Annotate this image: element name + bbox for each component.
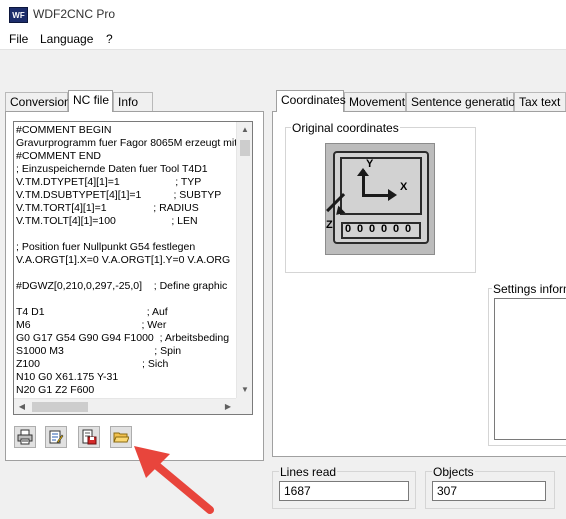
- x-axis-line: [362, 194, 390, 197]
- nc-line: V.TM.TOLT[4][1]=100 ; LEN: [16, 215, 198, 227]
- display-digit: 0: [405, 223, 412, 235]
- nc-line: N20 G1 Z2 F600: [16, 384, 95, 396]
- nc-line: T4 D1 ; Auf: [16, 306, 168, 318]
- objects-field[interactable]: 307: [432, 481, 546, 501]
- red-annotation-arrow: [134, 446, 214, 514]
- window-title: WDF2CNC Pro: [33, 7, 116, 21]
- save-file-button[interactable]: [78, 426, 100, 448]
- nc-line: #COMMENT END: [16, 150, 101, 162]
- horizontal-scroll-thumb[interactable]: [32, 402, 88, 412]
- print-button[interactable]: [14, 426, 36, 448]
- nc-code-lines: #COMMENT BEGIN Gravurprogramm fuer Fagor…: [16, 124, 236, 398]
- nc-line: [16, 293, 236, 306]
- nc-line: S1000 M3 ; Spin: [16, 345, 182, 357]
- nc-line: ; Einzuspeichernde Daten fuer Tool T4D1: [16, 163, 208, 175]
- nc-line: [16, 267, 236, 280]
- nc-line: V.TM.DSUBTYPET[4][1]=1 ; SUBTYP: [16, 189, 222, 201]
- app-icon: WF: [9, 7, 28, 23]
- horizontal-scrollbar[interactable]: ◀ ▶: [14, 398, 236, 414]
- menu-divider: [0, 49, 566, 50]
- nc-line: G0 G17 G54 G90 G94 F1000 ; Arbeitsbeding: [16, 332, 230, 344]
- lines-read-label: Lines read: [279, 465, 338, 479]
- tab-conversion[interactable]: Conversion: [5, 92, 71, 112]
- settings-information-box[interactable]: [494, 298, 566, 440]
- menu-file[interactable]: File: [9, 32, 28, 46]
- nc-line: N10 G0 X61.175 Y-31: [16, 371, 119, 383]
- display-digit: 0: [345, 223, 354, 235]
- tab-movement[interactable]: Movement: [344, 92, 406, 112]
- tab-coordinates[interactable]: Coordinates: [276, 90, 346, 112]
- tab-tax-text[interactable]: Tax text: [514, 92, 566, 112]
- title-bar: WF WDF2CNC Pro: [0, 0, 566, 29]
- objects-label: Objects: [432, 465, 475, 479]
- vertical-scroll-thumb[interactable]: [240, 140, 250, 156]
- scroll-down-icon[interactable]: ▼: [237, 382, 252, 398]
- nc-line: M6 ; Wer: [16, 319, 167, 331]
- lines-read-field[interactable]: 1687: [279, 481, 409, 501]
- nc-line: ; Position fuer Nullpunkt G54 festlegen: [16, 241, 196, 253]
- x-axis-label: X: [400, 181, 408, 193]
- settings-information-label: Settings informa: [492, 282, 566, 296]
- nc-line: Gravurprogramm fuer Fagor 8065M erzeugt …: [16, 137, 236, 149]
- nc-line: V.TM.TORT[4][1]=1 ; RADIUS: [16, 202, 199, 214]
- menu-help[interactable]: ?: [106, 32, 113, 46]
- z-axis-label: Z: [326, 219, 333, 231]
- printer-icon: [17, 429, 33, 445]
- open-folder-button[interactable]: [110, 426, 132, 448]
- original-coordinates-label: Original coordinates: [291, 121, 400, 135]
- scroll-right-icon[interactable]: ▶: [220, 399, 236, 414]
- tab-sentence-generation[interactable]: Sentence generation: [406, 92, 522, 112]
- scroll-left-icon[interactable]: ◀: [14, 399, 30, 414]
- nc-line: V.TM.DTYPET[4][1]=1 ; TYP: [16, 176, 202, 188]
- display-digit: 0: [393, 223, 400, 235]
- folder-open-icon: [113, 432, 129, 443]
- nc-line: V.A.ORGT[1].X=0 V.A.ORGT[1].Y=0 V.A.ORG: [16, 254, 231, 266]
- nc-line: Z100 ; Sich: [16, 358, 169, 370]
- nc-line: #DGWZ[0,210,0,297,-25,0] ; Define graphi…: [16, 280, 228, 292]
- scroll-corner: [236, 398, 252, 414]
- scroll-up-icon[interactable]: ▲: [237, 122, 252, 138]
- tab-nc-file[interactable]: NC file: [68, 90, 113, 112]
- edit-document-icon: [49, 430, 64, 444]
- display-digit: 0: [369, 223, 376, 235]
- nc-line: #COMMENT BEGIN: [16, 124, 112, 136]
- menu-language[interactable]: Language: [40, 32, 93, 46]
- menu-bar: File Language ?: [0, 29, 566, 49]
- save-file-icon: [82, 429, 97, 445]
- edit-file-button[interactable]: [45, 426, 67, 448]
- nc-code-editor[interactable]: #COMMENT BEGIN Gravurprogramm fuer Fagor…: [13, 121, 253, 415]
- y-axis-label: Y: [366, 158, 374, 170]
- display-digit: 0: [381, 223, 388, 235]
- x-axis-arrow-icon: [388, 189, 397, 201]
- vertical-scrollbar[interactable]: ▲ ▼: [236, 122, 252, 398]
- nc-line: [16, 228, 236, 241]
- monitor-screen: [340, 157, 422, 215]
- display-digit: 0: [357, 223, 364, 235]
- tab-info[interactable]: Info: [113, 92, 153, 112]
